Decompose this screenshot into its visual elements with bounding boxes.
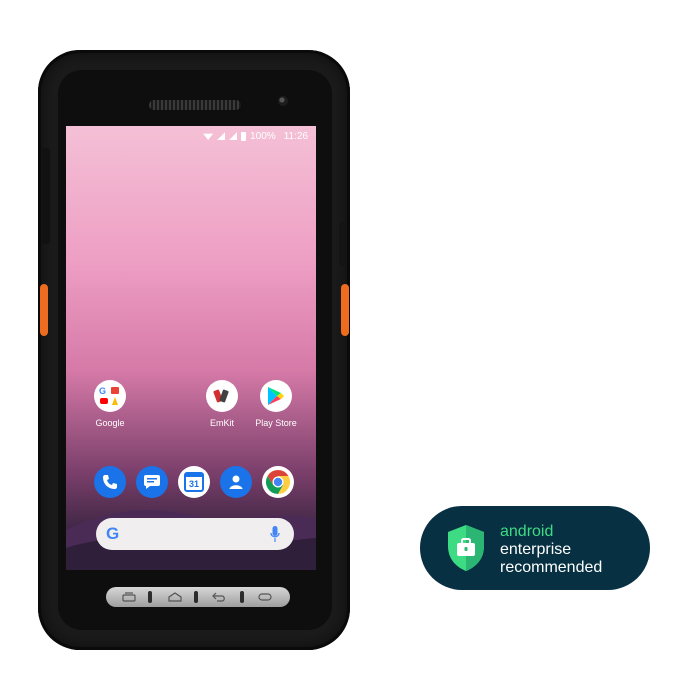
key-separator xyxy=(194,591,198,603)
google-logo-icon: G xyxy=(106,524,120,543)
android-enterprise-recommended-badge: android enterprise recommended xyxy=(420,506,650,590)
app-emkit[interactable]: EmKit xyxy=(192,380,252,428)
menu-key-icon[interactable] xyxy=(248,589,282,605)
badge-line-android: android xyxy=(500,523,554,540)
battery-icon xyxy=(241,131,247,141)
app-label: Google xyxy=(95,418,125,428)
app-play-store[interactable]: Play Store xyxy=(246,380,306,428)
key-separator xyxy=(240,591,244,603)
calendar-icon[interactable]: 31 xyxy=(178,466,210,498)
chrome-icon[interactable] xyxy=(262,466,294,498)
app-google[interactable]: G Google xyxy=(80,380,140,428)
key-separator xyxy=(148,591,152,603)
status-bar: 100% 11:26 xyxy=(66,126,316,146)
recents-key-icon[interactable] xyxy=(112,589,146,605)
left-scan-button[interactable] xyxy=(40,284,48,336)
back-key-icon[interactable] xyxy=(202,589,236,605)
google-search-bar[interactable]: G xyxy=(96,518,294,550)
badge-line-recommended: recommended xyxy=(500,559,603,576)
svg-text:G: G xyxy=(99,386,106,396)
contacts-icon[interactable] xyxy=(220,466,252,498)
app-label: EmKit xyxy=(209,418,234,428)
shield-briefcase-icon xyxy=(448,525,484,571)
home-key-icon[interactable] xyxy=(158,589,192,605)
earpiece-speaker xyxy=(149,100,241,110)
front-camera xyxy=(278,96,288,106)
app-label: Play Store xyxy=(255,418,297,428)
badge-line-enterprise: enterprise xyxy=(500,541,572,558)
battery-level: 100% xyxy=(250,130,276,142)
clock: 11:26 xyxy=(283,130,308,142)
phone-icon[interactable] xyxy=(94,466,126,498)
right-scan-button[interactable] xyxy=(341,284,349,336)
signal-icon-2 xyxy=(229,132,238,140)
play-store-icon xyxy=(260,380,292,412)
calendar-day: 31 xyxy=(184,472,204,492)
dock: 31 xyxy=(66,466,316,502)
wifi-icon xyxy=(203,133,214,140)
signal-icon xyxy=(217,132,226,140)
messages-icon[interactable] xyxy=(136,466,168,498)
home-screen: 100% 11:26 G Google EmKit Play Store 31 … xyxy=(66,126,316,570)
google-folder-icon: G xyxy=(94,380,126,412)
microphone-icon[interactable] xyxy=(270,526,280,542)
emkit-icon xyxy=(206,380,238,412)
power-key[interactable] xyxy=(339,222,347,266)
hardware-keys xyxy=(106,587,290,607)
volume-key[interactable] xyxy=(42,148,50,244)
